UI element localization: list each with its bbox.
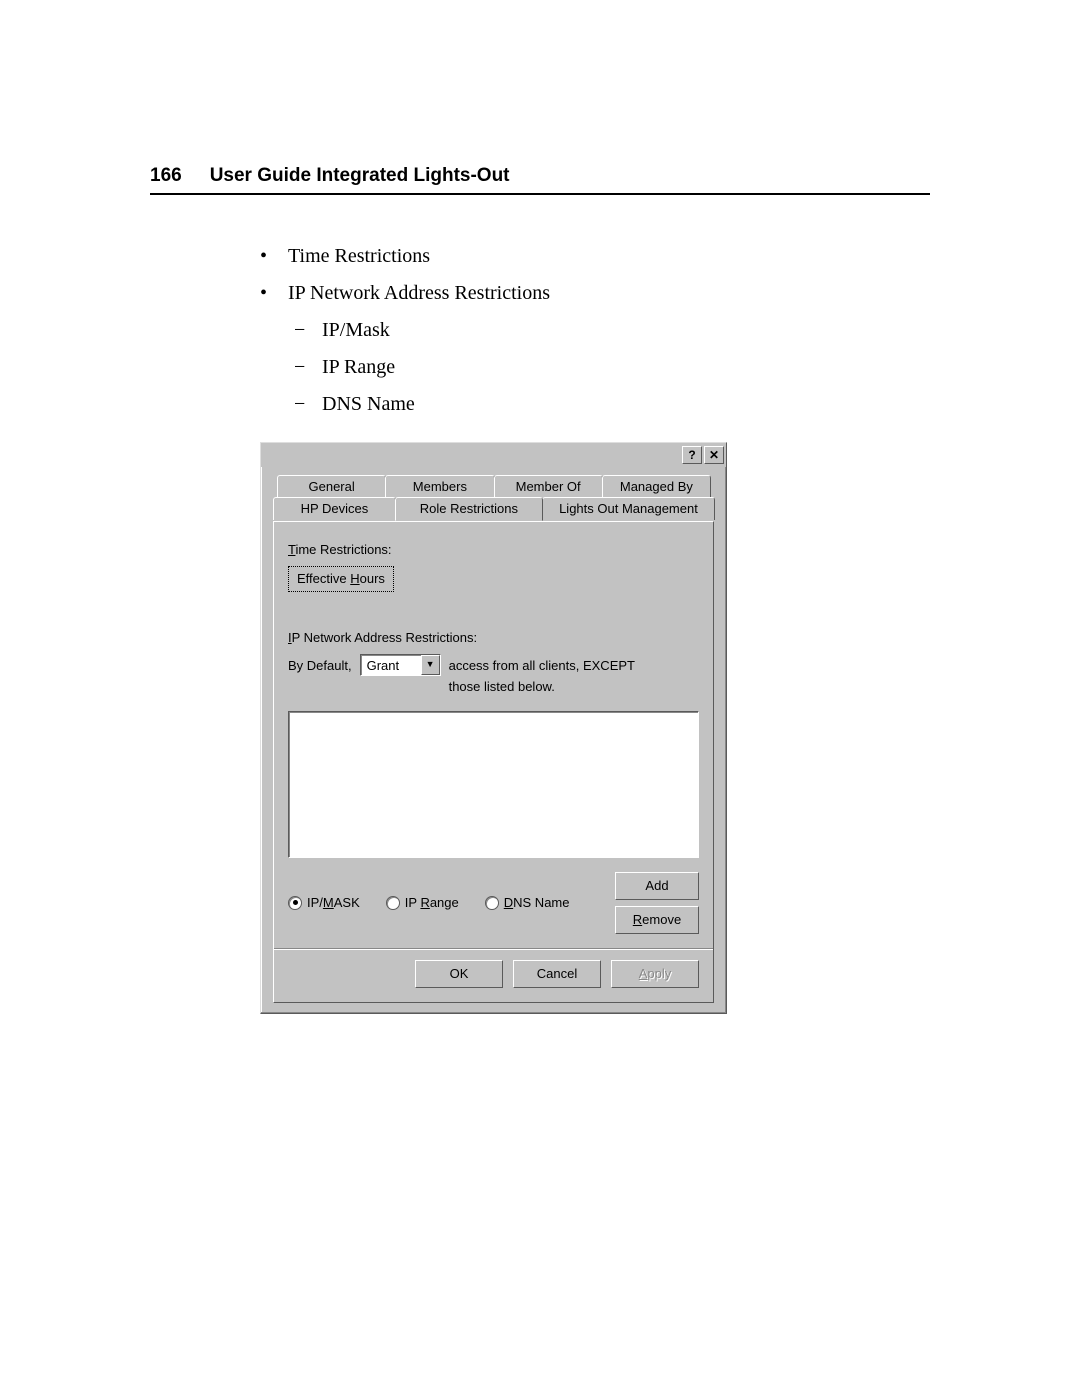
bullet-text: Time Restrictions: [288, 245, 430, 267]
page-number: 166: [150, 165, 182, 187]
tab-lights-out-management[interactable]: Lights Out Management: [542, 497, 715, 520]
button-label: OK: [450, 966, 469, 981]
tab-members[interactable]: Members: [385, 475, 494, 498]
tab-label: Lights Out Management: [559, 499, 698, 519]
close-icon: ✕: [709, 446, 719, 465]
bullet-list: Time Restrictions IP Network Address Res…: [260, 241, 930, 420]
effective-hours-button[interactable]: Effective Hours: [288, 566, 394, 592]
cancel-button[interactable]: Cancel: [513, 960, 601, 988]
access-text-line1: access from all clients, EXCEPT: [449, 656, 635, 676]
tab-member-of[interactable]: Member Of: [494, 475, 603, 498]
radio-icon: [386, 896, 400, 910]
radio-ip-range[interactable]: IP Range: [386, 893, 459, 913]
titlebar: ? ✕: [261, 443, 726, 467]
default-access-row: By Default, Grant ▼ access from all clie…: [288, 654, 699, 696]
tab-panel: Time Restrictions: Effective Hours IP Ne…: [273, 521, 714, 1003]
bullet-text: DNS Name: [322, 393, 415, 415]
list-item: IP Range: [294, 352, 930, 383]
close-button[interactable]: ✕: [704, 446, 724, 464]
radio-label: DNS Name: [504, 893, 570, 913]
separator: [274, 948, 713, 950]
remove-button[interactable]: Remove: [615, 906, 699, 934]
tab-role-restrictions[interactable]: Role Restrictions: [395, 497, 543, 521]
by-default-label: By Default,: [288, 654, 352, 676]
radio-button-row: IP/MASK IP Range DNS Name: [288, 872, 699, 934]
tab-label: General: [309, 477, 355, 497]
button-label: Remove: [633, 912, 681, 927]
bullet-text: IP Range: [322, 356, 395, 378]
content-area: Time Restrictions IP Network Address Res…: [150, 195, 930, 1014]
tab-row-front: HP Devices Role Restrictions Lights Out …: [273, 497, 714, 521]
add-remove-buttons: Add Remove: [615, 872, 699, 934]
tab-label: Member Of: [516, 477, 581, 497]
radio-icon: [288, 896, 302, 910]
combo-value: Grant: [361, 655, 421, 675]
page-header: 166 User Guide Integrated Lights-Out: [150, 165, 930, 195]
button-label: Add: [645, 878, 668, 893]
help-button[interactable]: ?: [682, 446, 702, 464]
apply-button[interactable]: Apply: [611, 960, 699, 988]
add-button[interactable]: Add: [615, 872, 699, 900]
tab-container: General Members Member Of Managed By HP …: [261, 467, 726, 1013]
button-label: Apply: [639, 966, 672, 981]
tab-general[interactable]: General: [277, 475, 386, 498]
tab-rows: General Members Member Of Managed By HP …: [273, 475, 714, 521]
help-icon: ?: [688, 446, 695, 465]
bullet-text: IP/Mask: [322, 319, 390, 341]
restrictions-listbox[interactable]: [288, 711, 699, 858]
tab-row-back: General Members Member Of Managed By: [277, 475, 710, 498]
sub-list: IP/Mask IP Range DNS Name: [260, 315, 930, 420]
default-access-combo[interactable]: Grant ▼: [360, 654, 441, 676]
access-description: access from all clients, EXCEPT those li…: [449, 654, 635, 696]
radio-label: IP Range: [405, 893, 459, 913]
page-title: User Guide Integrated Lights-Out: [210, 165, 510, 187]
radio-label: IP/MASK: [307, 893, 360, 913]
bullet-text: IP Network Address Restrictions: [288, 282, 550, 304]
dialog-buttons: OK Cancel Apply: [288, 960, 699, 988]
tab-hp-devices[interactable]: HP Devices: [273, 497, 396, 520]
list-item: IP/Mask: [294, 315, 930, 346]
document-page: 166 User Guide Integrated Lights-Out Tim…: [0, 0, 1080, 1397]
ok-button[interactable]: OK: [415, 960, 503, 988]
list-item: DNS Name: [294, 389, 930, 420]
radio-group: IP/MASK IP Range DNS Name: [288, 893, 570, 913]
access-text-line2: those listed below.: [449, 677, 635, 697]
tab-label: Role Restrictions: [420, 499, 518, 519]
tab-label: HP Devices: [301, 499, 369, 519]
tab-managed-by[interactable]: Managed By: [602, 475, 711, 498]
ip-restrictions-label: IP Network Address Restrictions:: [288, 628, 699, 648]
time-restrictions-label: Time Restrictions:: [288, 540, 699, 560]
tab-label: Managed By: [620, 477, 693, 497]
list-item: Time Restrictions: [260, 241, 930, 272]
list-item: IP Network Address Restrictions IP/Mask …: [260, 278, 930, 420]
radio-dns-name[interactable]: DNS Name: [485, 893, 570, 913]
properties-dialog: ? ✕ General Members Member Of Managed By…: [260, 442, 727, 1014]
tab-label: Members: [413, 477, 467, 497]
button-label: Cancel: [537, 966, 577, 981]
radio-ip-mask[interactable]: IP/MASK: [288, 893, 360, 913]
radio-icon: [485, 896, 499, 910]
chevron-down-icon: ▼: [421, 655, 440, 675]
